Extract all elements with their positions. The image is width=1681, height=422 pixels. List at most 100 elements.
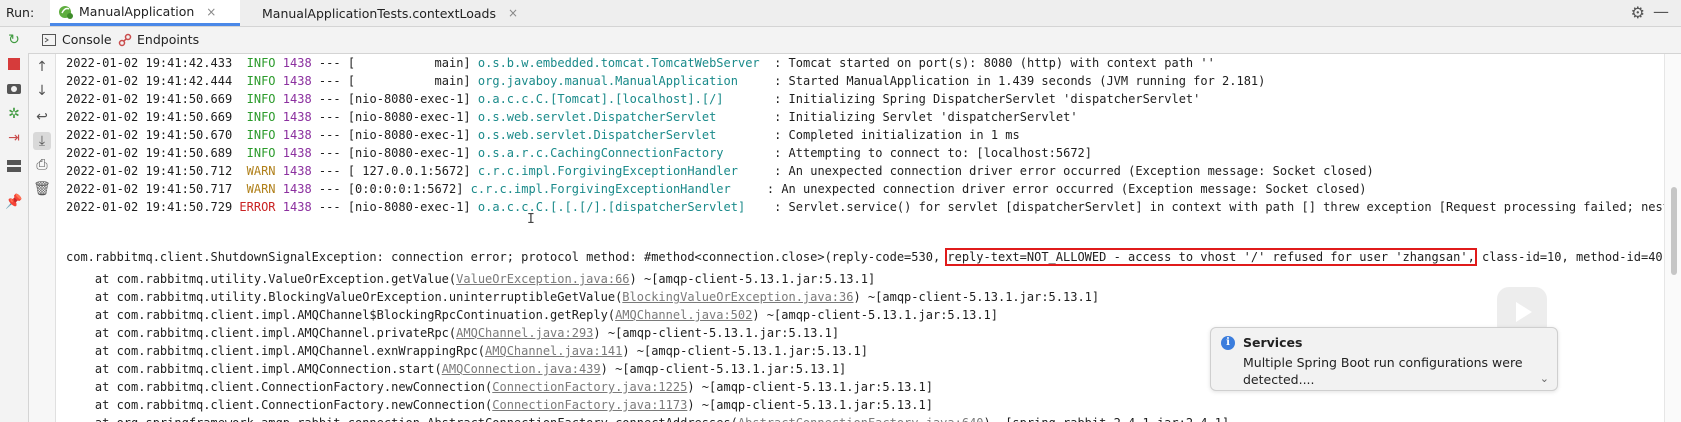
log-separator: --- [318,200,341,214]
log-line: 2022-01-02 19:41:50.717 WARN 1438 --- [0… [66,180,1367,198]
tab-console[interactable]: Console [42,32,112,47]
log-thread: [nio-8080-exec-1] [347,110,471,124]
soft-wrap-icon[interactable]: ↩ [33,108,51,126]
log-thread: [ main] [347,56,471,70]
log-thread: [nio-8080-exec-1] [347,92,471,106]
log-separator: --- [318,128,341,142]
source-link[interactable]: BlockingValueOrException.java:36 [622,290,853,304]
log-timestamp: 2022-01-02 19:41:50.712 [66,164,233,178]
stack-frame: at com.rabbitmq.client.ConnectionFactory… [66,378,933,396]
stack-frame-jar: ) ~[amqp-client-5.13.1.jar:5.13.1] [622,344,868,358]
log-logger: o.s.a.r.c.CachingConnectionFactory [477,146,767,160]
highlighted-error-text: reply-text=NOT_ALLOWED - access to vhost… [945,248,1477,266]
stack-frame-jar: ) ~[amqp-client-5.13.1.jar:5.13.1] [752,308,998,322]
close-icon[interactable]: × [508,6,518,20]
log-logger: c.r.c.impl.ForgivingExceptionHandler [477,164,767,178]
trash-icon[interactable]: 🗑 [33,180,51,198]
arrow-up-icon[interactable]: ↑ [33,58,51,76]
gear-icon[interactable]: ⚙ [1631,3,1645,22]
tab-tests-context-loads[interactable]: ManualApplicationTests.contextLoads × [250,0,518,26]
source-link[interactable]: ValueOrException.java:66 [456,272,629,286]
log-timestamp: 2022-01-02 19:41:50.669 [66,92,233,106]
stack-frame-method: at com.rabbitmq.client.ConnectionFactory… [66,380,493,394]
log-logger: o.s.web.servlet.DispatcherServlet [477,128,767,142]
exception-text-before: com.rabbitmq.client.ShutdownSignalExcept… [66,250,948,264]
log-level: WARN [239,164,276,178]
source-link[interactable]: AMQChannel.java:293 [456,326,593,340]
stack-frame-jar: ) ~[amqp-client-5.13.1.jar:5.13.1] [853,290,1100,304]
log-message: : Servlet.service() for servlet [dispatc… [774,200,1664,214]
log-timestamp: 2022-01-02 19:41:50.669 [66,110,233,124]
scrollbar-thumb[interactable] [1671,187,1677,275]
notification-title: Services [1243,335,1303,350]
stop-icon[interactable] [5,57,23,75]
pin-icon[interactable]: 📌 [5,193,23,211]
source-link[interactable]: ConnectionFactory.java:1225 [492,380,687,394]
log-line: 2022-01-02 19:41:42.433 INFO 1438 --- [ … [66,54,1215,72]
log-message: : An unexpected connection driver error … [766,182,1367,196]
services-notification[interactable]: i Services Multiple Spring Boot run conf… [1210,327,1558,391]
log-pid: 1438 [282,92,312,106]
log-level: INFO [239,56,276,70]
log-separator: --- [318,110,341,124]
log-level: INFO [239,146,276,160]
info-icon: i [1221,336,1235,350]
source-link[interactable]: AMQConnection.java:439 [442,362,601,376]
stack-frame-jar: ) ~[spring-rabbit-2.4.1.jar:2.4.1] [984,416,1230,422]
log-level: INFO [239,110,276,124]
stack-frame-method: at com.rabbitmq.utility.BlockingValueOrE… [66,290,623,304]
exception-line: com.rabbitmq.client.ShutdownSignalExcept… [66,248,1664,266]
log-level: WARN [239,182,276,196]
rerun-icon[interactable]: ↻ [5,31,23,49]
log-separator: --- [318,146,341,160]
log-line: 2022-01-02 19:41:50.689 INFO 1438 --- [n… [66,144,1092,162]
log-thread: [0:0:0:0:1:5672] [347,182,464,196]
stack-frame-jar: ) ~[amqp-client-5.13.1.jar:5.13.1] [629,272,876,286]
minimize-icon[interactable]: — [1653,2,1669,21]
print-icon[interactable]: ⎙ [33,156,51,174]
log-level: ERROR [239,200,276,214]
console-tabs-bar: Console Endpoints [28,27,1681,54]
log-message: : Tomcat started on port(s): 8080 (http)… [774,56,1215,70]
stack-frame-method: at com.rabbitmq.client.impl.AMQChannel.e… [66,344,486,358]
log-level: INFO [239,74,276,88]
source-link[interactable]: AMQChannel.java:502 [615,308,752,322]
stack-frame-method: at com.rabbitmq.client.impl.AMQChannel.p… [66,326,457,340]
log-timestamp: 2022-01-02 19:41:42.444 [66,74,233,88]
run-tool-strip: ↻ ✲ ⇥ 📌 [0,27,29,422]
camera-icon[interactable] [5,81,23,99]
stack-frame: at com.rabbitmq.utility.BlockingValueOrE… [66,288,1099,306]
text-cursor-icon: I [527,212,535,227]
tab-label: ManualApplication [79,4,195,19]
log-timestamp: 2022-01-02 19:41:50.689 [66,146,233,160]
log-separator: --- [318,56,341,70]
close-icon[interactable]: × [206,5,216,19]
tab-label: ManualApplicationTests.contextLoads [262,5,496,21]
log-line: 2022-01-02 19:41:50.669 INFO 1438 --- [n… [66,108,1078,126]
log-line: 2022-01-02 19:41:50.670 INFO 1438 --- [n… [66,126,1020,144]
scroll-to-end-icon[interactable]: ⤓ [33,132,51,150]
log-thread: [nio-8080-exec-1] [347,200,471,214]
source-link[interactable]: AbstractConnectionFactory.java:640 [738,416,984,422]
tab-manual-application[interactable]: ManualApplication × [50,0,240,26]
log-pid: 1438 [282,200,312,214]
debug-icon[interactable]: ✲ [5,105,23,123]
source-link[interactable]: AMQChannel.java:141 [485,344,622,358]
layout-icon[interactable] [5,159,23,177]
chevron-down-icon[interactable]: ⌄ [1540,372,1549,385]
log-line: 2022-01-02 19:41:50.712 WARN 1438 --- [ … [66,162,1374,180]
stack-frame: at com.rabbitmq.client.impl.AMQChannel.e… [66,342,868,360]
log-pid: 1438 [282,128,312,142]
log-message: : Attempting to connect to: [localhost:5… [774,146,1092,160]
vertical-scrollbar[interactable] [1664,54,1681,422]
log-separator: --- [318,74,341,88]
tab-label: Endpoints [137,32,200,47]
log-separator: --- [318,92,341,106]
exit-icon[interactable]: ⇥ [5,129,23,147]
log-logger: o.a.c.c.C.[.[.[/].[dispatcherServlet] [477,200,767,214]
arrow-down-icon[interactable]: ↓ [33,82,51,100]
log-pid: 1438 [282,182,312,196]
tab-endpoints[interactable]: Endpoints [118,32,199,47]
log-pid: 1438 [282,56,312,70]
source-link[interactable]: ConnectionFactory.java:1173 [492,398,687,412]
